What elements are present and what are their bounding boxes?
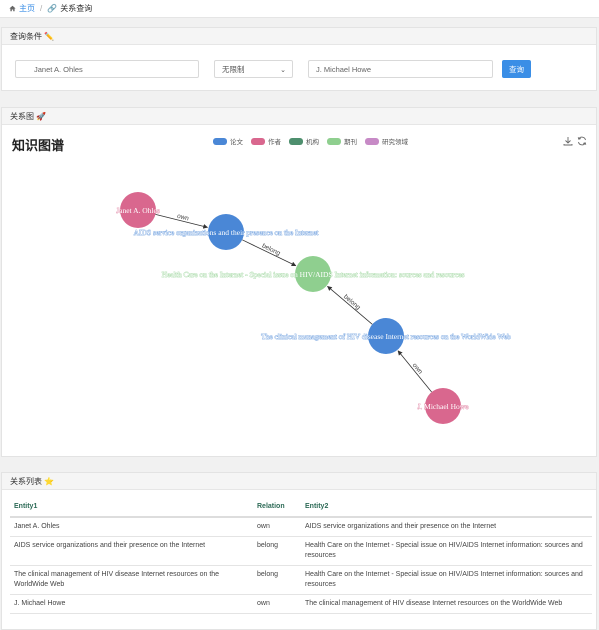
refresh-icon[interactable] (577, 136, 587, 146)
column-header-entity2: Entity2 (301, 497, 592, 518)
star-icon: ⭐ (44, 476, 54, 486)
legend-label: 期刊 (344, 139, 357, 146)
query-panel-title: 查询条件 (10, 31, 42, 41)
legend-item[interactable]: 期刊 (327, 136, 357, 146)
relation-list-title: 关系列表 (10, 476, 42, 486)
legend-item[interactable]: 研究领域 (365, 136, 408, 146)
column-header-relation: Relation (253, 497, 301, 518)
cell-relation: own (253, 594, 301, 614)
graph-legend: 论文 作者 机构 期刊 研究领域 (213, 136, 416, 146)
entity2-input[interactable]: J. Michael Howe (308, 60, 493, 78)
legend-label: 机构 (306, 139, 319, 146)
legend-label: 研究领域 (382, 139, 408, 146)
breadcrumb-home-link[interactable]: 主页 (19, 3, 35, 14)
relation-list-header: 关系列表 ⭐ (2, 473, 596, 490)
column-header-entity1: Entity1 (10, 497, 253, 518)
cell-entity2: Health Care on the Internet - Special is… (301, 565, 592, 595)
node-label: AIDS service organizations and their pre… (134, 228, 320, 237)
edge-label: belong (261, 242, 282, 257)
node-label: Janet A. Ohles (116, 206, 160, 215)
pencil-icon: ✏️ (44, 31, 54, 41)
chevron-down-icon: ⌄ (280, 67, 286, 74)
table-row: AIDS service organizations and their pre… (10, 536, 592, 566)
cell-entity1: Janet A. Ohles (10, 517, 253, 537)
rocket-icon: 🚀 (36, 111, 46, 121)
legend-swatch (365, 137, 379, 145)
node-label: Health Care on the Internet - Special is… (162, 270, 465, 279)
cell-entity1: AIDS service organizations and their pre… (10, 536, 253, 566)
node-label: The clinical management of HIV disease I… (261, 332, 511, 341)
cell-entity1: J. Michael Howe (10, 594, 253, 614)
edge-label: own (176, 213, 190, 223)
download-icon[interactable] (563, 136, 573, 146)
table-row: J. Michael Howe own The clinical managem… (10, 594, 592, 614)
cell-entity2: AIDS service organizations and their pre… (301, 517, 592, 537)
cell-relation: belong (253, 536, 301, 566)
relation-list-panel: 关系列表 ⭐ Entity1 Relation Entity2 Janet A.… (1, 472, 597, 630)
cell-relation: own (253, 517, 301, 537)
entity1-input[interactable]: Janet A. Ohles (15, 60, 199, 78)
breadcrumb: 主页 / 🔗 关系查询 (0, 0, 599, 18)
table-row: Janet A. Ohles own AIDS service organiza… (10, 517, 592, 537)
legend-swatch (289, 137, 303, 145)
cell-entity2: Health Care on the Internet - Special is… (301, 536, 592, 566)
query-panel-header: 查询条件 ✏️ (2, 28, 596, 45)
cell-relation: belong (253, 565, 301, 595)
link-icon: 🔗 (47, 4, 58, 13)
home-icon (9, 5, 16, 12)
legend-item[interactable]: 论文 (213, 136, 243, 146)
legend-swatch (251, 137, 265, 145)
search-button[interactable]: 查询 (502, 60, 531, 78)
table-row: The clinical management of HIV disease I… (10, 565, 592, 595)
legend-item[interactable]: 机构 (289, 136, 319, 146)
cell-entity2: The clinical management of HIV disease I… (301, 594, 592, 614)
breadcrumb-separator: / (40, 4, 43, 13)
legend-swatch (327, 137, 341, 145)
node-label: J. Michael Howe (417, 402, 469, 411)
relation-select-value: 无限制 (222, 64, 245, 74)
relation-select[interactable]: 无限制 ⌄ (214, 60, 293, 78)
edge-label: belong (342, 293, 362, 311)
legend-swatch (213, 137, 227, 145)
relation-table: Entity1 Relation Entity2 Janet A. Ohles … (10, 497, 592, 614)
table-header-row: Entity1 Relation Entity2 (10, 497, 592, 518)
query-panel: 查询条件 ✏️ Janet A. Ohles 无限制 ⌄ J. Michael … (1, 27, 597, 91)
knowledge-graph-canvas[interactable]: ownbelongbelongown Janet A. OhlesAIDS se… (2, 148, 598, 453)
cell-entity1: The clinical management of HIV disease I… (10, 565, 253, 595)
legend-label: 作者 (268, 139, 281, 146)
graph-panel-title: 关系图 (10, 111, 34, 121)
legend-label: 论文 (230, 139, 243, 146)
breadcrumb-current: 关系查询 (60, 4, 93, 13)
graph-edge (327, 285, 373, 325)
legend-item[interactable]: 作者 (251, 136, 281, 146)
graph-panel: 关系图 🚀 知识图谱 论文 作者 机构 期刊 研究领域 own belong belong o… (1, 107, 597, 457)
graph-panel-header: 关系图 🚀 (2, 108, 596, 125)
